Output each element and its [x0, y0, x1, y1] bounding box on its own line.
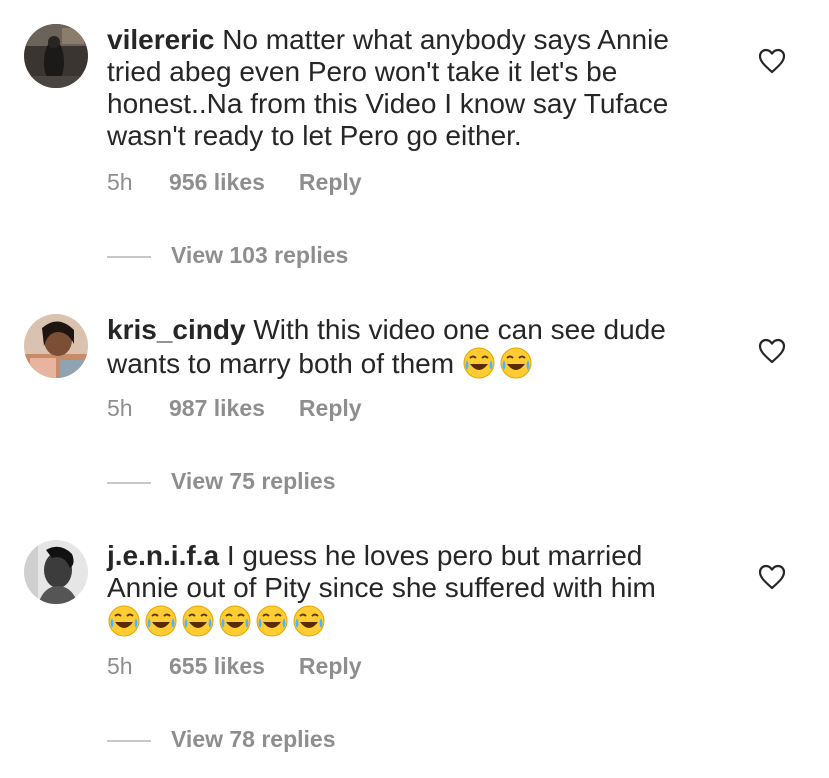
comment-text: wasn't ready to let Pero go either.	[107, 120, 522, 151]
comment-text: honest..Na from this Video I know say Tu…	[107, 88, 669, 119]
reply-button[interactable]: Reply	[299, 394, 362, 422]
comment-body: vilereric No matter what anybody says An…	[107, 24, 727, 152]
heart-icon[interactable]	[758, 48, 786, 74]
face-with-tears-of-joy-icon	[181, 604, 215, 638]
comment-username[interactable]: vilereric	[107, 24, 214, 55]
avatar[interactable]	[24, 314, 88, 378]
heart-icon[interactable]	[758, 564, 786, 590]
comment-body: j.e.n.i.f.a I guess he loves pero but ma…	[107, 540, 727, 638]
avatar[interactable]	[24, 24, 88, 88]
comment-text: I guess he loves pero but married	[226, 540, 643, 571]
comment-body: kris_cindy With this video one can see d…	[107, 314, 727, 380]
reply-button[interactable]: Reply	[299, 652, 362, 680]
reply-button[interactable]: Reply	[299, 168, 362, 196]
likes-count[interactable]: 956 likes	[169, 168, 265, 196]
comment-text: tried abeg even Pero won't take it let's…	[107, 56, 618, 87]
view-replies-label: View 78 replies	[171, 726, 336, 752]
comment-text: Annie out of Pity since she suffered wit…	[107, 572, 656, 603]
comment-meta: 5h 987 likes Reply	[107, 394, 362, 422]
divider-line	[107, 739, 151, 742]
comment-time: 5h	[107, 395, 133, 421]
comment-username[interactable]: j.e.n.i.f.a	[107, 540, 219, 571]
comment-username[interactable]: kris_cindy	[107, 314, 246, 345]
divider-line	[107, 255, 151, 258]
face-with-tears-of-joy-icon	[292, 604, 326, 638]
view-replies-label: View 103 replies	[171, 242, 349, 268]
likes-count[interactable]: 655 likes	[169, 652, 265, 680]
comment-text: wants to marry both of them	[107, 348, 455, 379]
view-replies-button[interactable]: View 78 replies	[107, 725, 336, 753]
view-replies-label: View 75 replies	[171, 468, 336, 494]
comment-meta: 5h 956 likes Reply	[107, 168, 362, 196]
comments-list: vilereric No matter what anybody says An…	[0, 0, 829, 778]
view-replies-button[interactable]: View 103 replies	[107, 241, 348, 269]
avatar[interactable]	[24, 540, 88, 604]
likes-count[interactable]: 987 likes	[169, 394, 265, 422]
face-with-tears-of-joy-icon	[462, 346, 496, 380]
face-with-tears-of-joy-icon	[218, 604, 252, 638]
comment-text: No matter what anybody says Annie	[222, 24, 669, 55]
comment-text: With this video one can see dude	[253, 314, 666, 345]
divider-line	[107, 481, 151, 484]
face-with-tears-of-joy-icon	[255, 604, 289, 638]
view-replies-button[interactable]: View 75 replies	[107, 467, 336, 495]
comment-time: 5h	[107, 653, 133, 679]
face-with-tears-of-joy-icon	[107, 604, 141, 638]
heart-icon[interactable]	[758, 338, 786, 364]
comment-meta: 5h 655 likes Reply	[107, 652, 362, 680]
face-with-tears-of-joy-icon	[499, 346, 533, 380]
comment-time: 5h	[107, 169, 133, 195]
face-with-tears-of-joy-icon	[144, 604, 178, 638]
